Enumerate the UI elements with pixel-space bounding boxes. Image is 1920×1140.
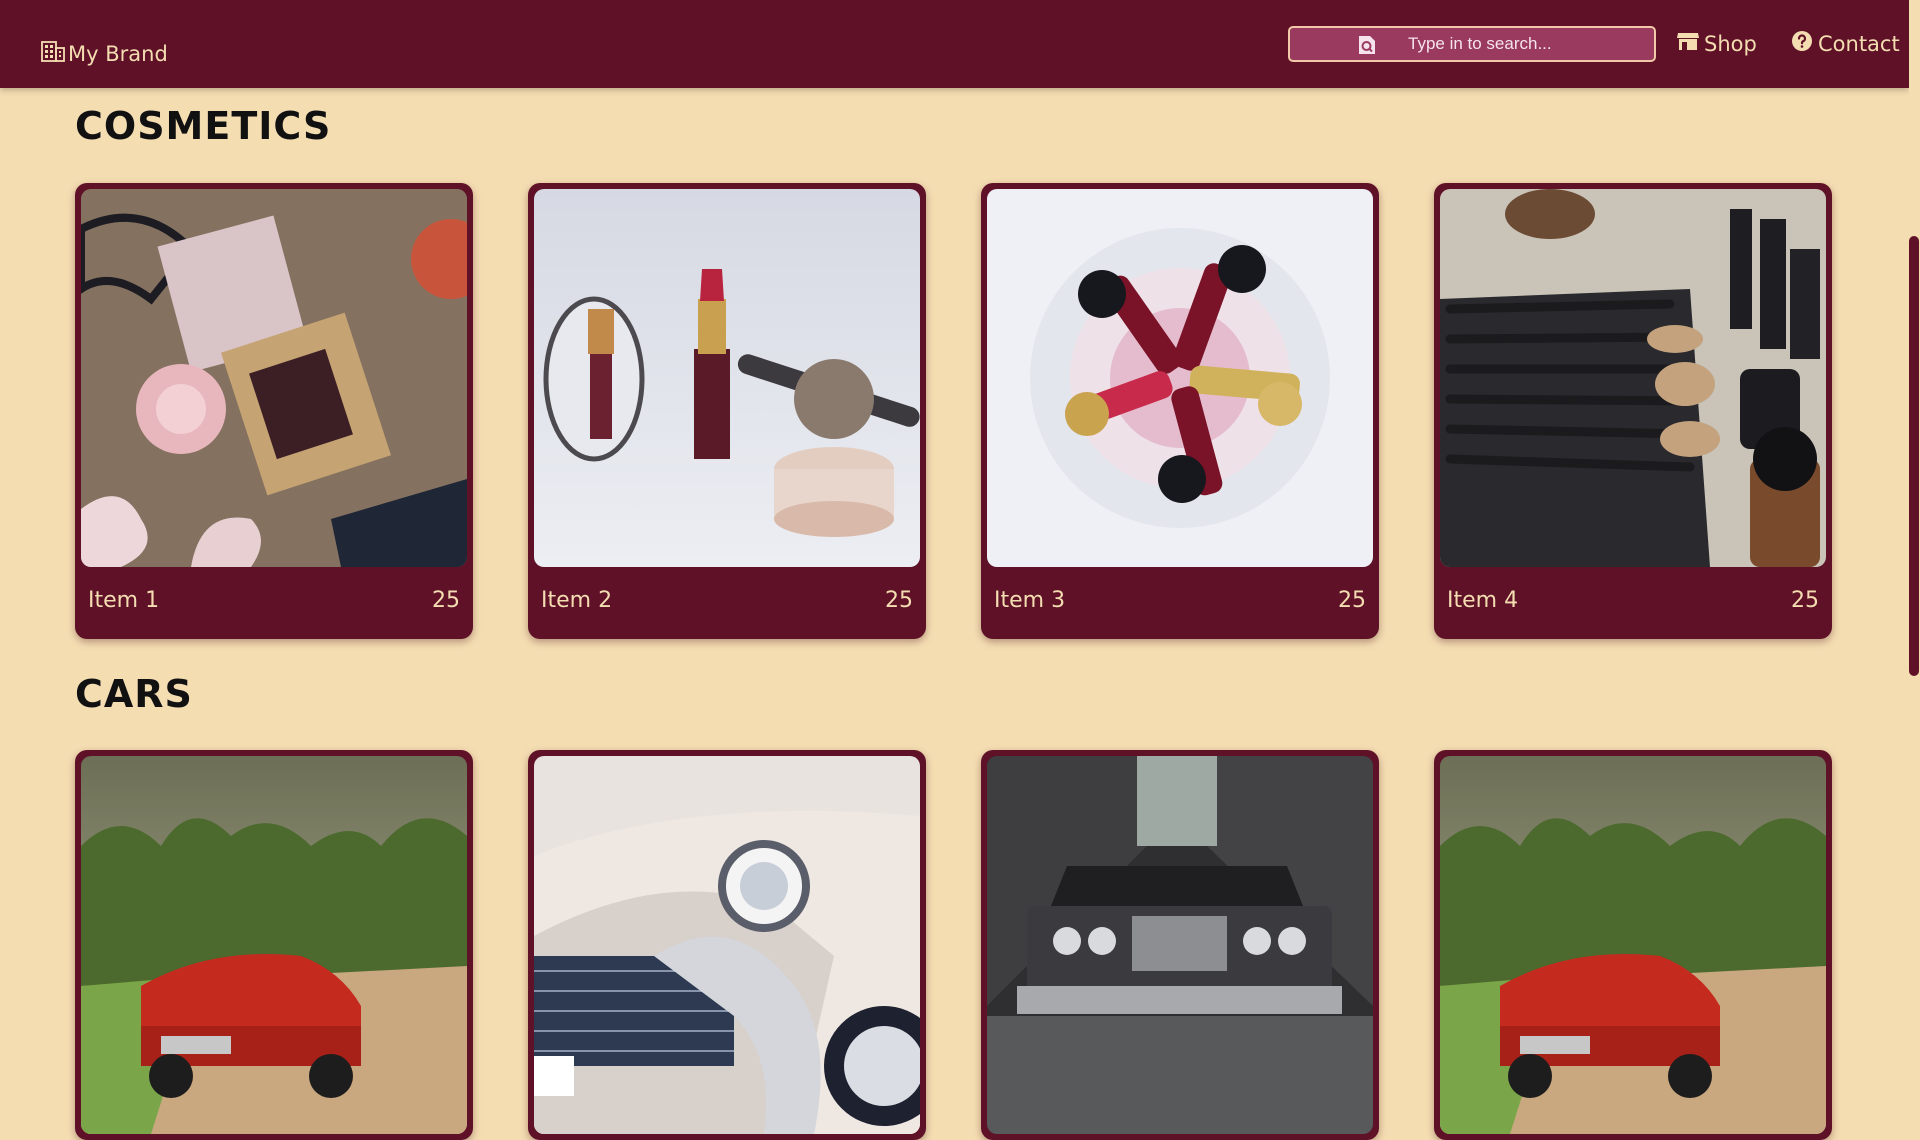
nav-contact-link[interactable]: Contact — [1790, 29, 1900, 58]
brand-link[interactable]: My Brand — [40, 38, 168, 69]
question-circle-icon — [1790, 29, 1814, 58]
product-image — [1440, 189, 1826, 567]
product-image — [81, 756, 467, 1134]
product-image — [1440, 756, 1826, 1134]
product-card[interactable] — [528, 750, 926, 1140]
top-navbar: My Brand Shop Contact — [0, 0, 1909, 88]
product-price: 25 — [1791, 587, 1819, 613]
search-box — [1288, 26, 1656, 62]
product-image — [534, 189, 920, 567]
product-price: 25 — [1338, 587, 1366, 613]
product-image — [534, 756, 920, 1134]
product-price: 25 — [885, 587, 913, 613]
brand-label: My Brand — [68, 41, 168, 66]
product-name: Item 4 — [1447, 587, 1519, 613]
product-image — [81, 189, 467, 567]
nav-contact-label: Contact — [1818, 31, 1900, 56]
product-price: 25 — [432, 587, 460, 613]
product-card[interactable]: Item 4 25 — [1434, 183, 1832, 639]
product-card[interactable] — [981, 750, 1379, 1140]
product-image — [987, 756, 1373, 1134]
nav-shop-label: Shop — [1704, 31, 1757, 56]
nav-shop-link[interactable]: Shop — [1676, 29, 1757, 58]
section-title-cars: CARS — [75, 672, 193, 716]
product-card[interactable]: Item 1 25 — [75, 183, 473, 639]
product-name: Item 3 — [994, 587, 1066, 613]
product-name: Item 2 — [541, 587, 613, 613]
section-title-cosmetics: COSMETICS — [75, 104, 332, 148]
scrollbar-thumb[interactable] — [1909, 236, 1919, 676]
product-name: Item 1 — [88, 587, 160, 613]
search-input[interactable] — [1408, 28, 1638, 60]
product-card[interactable] — [75, 750, 473, 1140]
product-card[interactable]: Item 2 25 — [528, 183, 926, 639]
store-icon — [1676, 29, 1700, 58]
product-card[interactable]: Item 3 25 — [981, 183, 1379, 639]
product-card[interactable] — [1434, 750, 1832, 1140]
product-image — [987, 189, 1373, 567]
search-icon — [1356, 34, 1378, 56]
building-icon — [40, 38, 66, 69]
